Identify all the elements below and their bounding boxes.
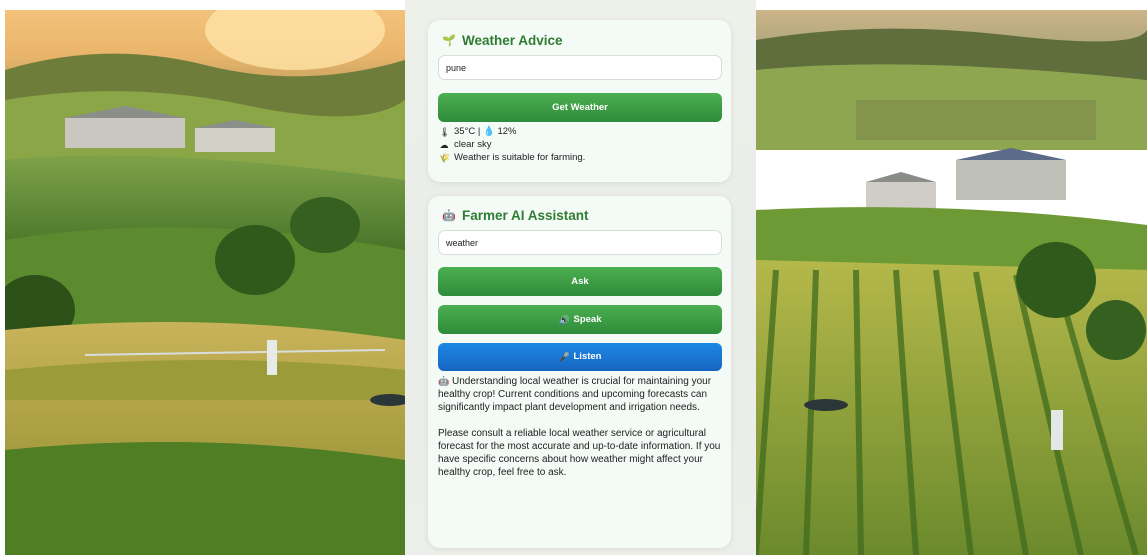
answer-text-1: Understanding local weather is crucial f… bbox=[438, 376, 712, 413]
temperature-line: 🌡 35°C | 💧 12% bbox=[439, 125, 585, 138]
speak-button[interactable]: 🔊 Speak bbox=[438, 305, 722, 334]
app-panel: 🌱 Weather Advice Get Weather 🌡 35°C | 💧 … bbox=[405, 0, 756, 555]
listen-label: Listen bbox=[573, 351, 602, 362]
sky-line: ☁ clear sky bbox=[439, 138, 585, 151]
ask-button[interactable]: Ask bbox=[438, 267, 722, 296]
advice-line: 🌾 Weather is suitable for farming. bbox=[439, 151, 585, 164]
seedling-icon: 🌱 bbox=[442, 34, 456, 47]
weather-advice-card: 🌱 Weather Advice Get Weather 🌡 35°C | 💧 … bbox=[428, 20, 731, 182]
thermometer-icon: 🌡 bbox=[439, 126, 451, 137]
robot-icon: 🤖 bbox=[442, 209, 456, 222]
get-weather-button[interactable]: Get Weather bbox=[438, 93, 722, 122]
assistant-title: Farmer AI Assistant bbox=[462, 208, 589, 223]
assistant-answer: 🤖 Understanding local weather is crucial … bbox=[438, 375, 724, 492]
robot-icon: 🤖 bbox=[438, 376, 450, 386]
get-weather-label: Get Weather bbox=[552, 102, 608, 113]
weather-advice-heading: 🌱 Weather Advice bbox=[442, 33, 563, 48]
ask-label: Ask bbox=[571, 276, 589, 287]
answer-paragraph-1: 🤖 Understanding local weather is crucial … bbox=[438, 375, 724, 414]
farming-advice-text: Weather is suitable for farming. bbox=[454, 152, 586, 163]
microphone-icon: 🎤 bbox=[558, 352, 570, 362]
weather-advice-title: Weather Advice bbox=[462, 33, 563, 48]
cloud-icon: ☁ bbox=[439, 139, 449, 150]
city-input[interactable] bbox=[438, 55, 722, 80]
speak-label: Speak bbox=[573, 314, 602, 325]
temperature-humidity-text: 35°C | 💧 12% bbox=[454, 126, 517, 137]
listen-button[interactable]: 🎤 Listen bbox=[438, 343, 722, 371]
assistant-heading: 🤖 Farmer AI Assistant bbox=[442, 208, 589, 223]
speaker-icon: 🔊 bbox=[558, 314, 570, 325]
farmer-ai-assistant-card: 🤖 Farmer AI Assistant Ask 🔊 Speak 🎤 List… bbox=[428, 196, 731, 548]
question-input[interactable] bbox=[438, 230, 722, 255]
background-farm-right bbox=[756, 10, 1147, 555]
background-farm-left bbox=[5, 10, 405, 555]
sky-condition-text: clear sky bbox=[454, 139, 492, 150]
answer-paragraph-2: Please consult a reliable local weather … bbox=[438, 428, 721, 478]
weather-result: 🌡 35°C | 💧 12% ☁ clear sky 🌾 Weather is … bbox=[439, 125, 585, 164]
plant-icon: 🌾 bbox=[439, 152, 451, 163]
